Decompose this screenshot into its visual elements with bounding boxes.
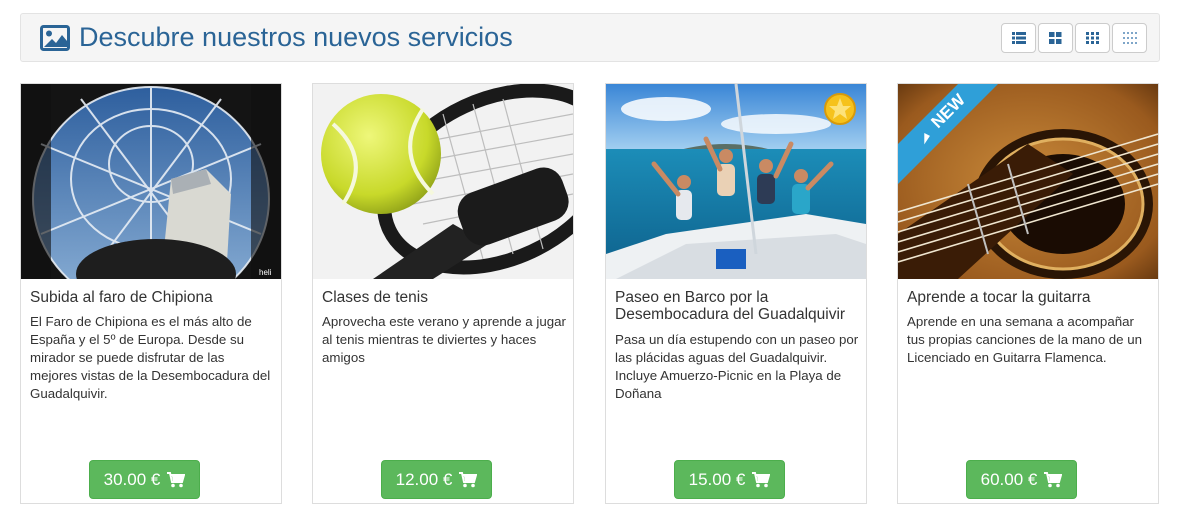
boat-image[interactable] (606, 84, 866, 279)
cart-icon (459, 471, 478, 487)
product-description: Pasa un día estupendo con un paseo por l… (615, 332, 859, 401)
list-view-icon (1012, 32, 1026, 44)
tennis-image[interactable] (313, 84, 573, 279)
product-description: Aprovecha este verano y aprende a jugar … (322, 314, 566, 365)
picture-icon (40, 25, 70, 51)
product-card: Clases de tenis Aprovecha este verano y … (312, 83, 574, 504)
grid-medium-button[interactable] (1075, 23, 1110, 53)
product-title[interactable]: Paseo en Barco por la Desembocadura del … (615, 289, 860, 323)
page-title: Descubre nuestros nuevos servicios (79, 22, 513, 52)
product-card: Paseo en Barco por la Desembocadura del … (605, 83, 867, 504)
price-label: 15.00 € (688, 469, 746, 489)
product-title[interactable]: Subida al faro de Chipiona (30, 289, 275, 306)
guitar-image[interactable]: NEW (898, 84, 1158, 279)
grid-large-button[interactable] (1038, 23, 1073, 53)
lighthouse-image[interactable]: heli (21, 84, 281, 279)
add-to-cart-button[interactable]: 12.00 € (381, 460, 492, 499)
product-title[interactable]: Clases de tenis (322, 289, 567, 306)
list-view-button[interactable] (1001, 23, 1036, 53)
product-description: Aprende en una semana a acompañar tus pr… (907, 314, 1143, 365)
price-label: 12.00 € (395, 469, 453, 489)
image-watermark: heli (259, 268, 272, 277)
product-title[interactable]: Aprende a tocar la guitarra (907, 289, 1152, 306)
price-label: 60.00 € (980, 469, 1038, 489)
section-header: Descubre nuestros nuevos servicios (20, 13, 1160, 62)
cart-icon (167, 471, 186, 487)
price-label: 30.00 € (103, 469, 161, 489)
cart-icon (1044, 471, 1063, 487)
grid-small-icon (1123, 32, 1137, 44)
product-card: NEW Aprende a tocar la guitarra Aprende … (897, 83, 1159, 504)
add-to-cart-button[interactable]: 60.00 € (966, 460, 1077, 499)
product-card: heli Subida al faro de Chipiona El Faro … (20, 83, 282, 504)
grid-medium-icon (1086, 32, 1099, 44)
grid-small-button[interactable] (1112, 23, 1147, 53)
add-to-cart-button[interactable]: 30.00 € (89, 460, 200, 499)
grid-large-icon (1049, 32, 1062, 44)
star-icon (824, 93, 856, 125)
add-to-cart-button[interactable]: 15.00 € (674, 460, 785, 499)
cart-icon (752, 471, 771, 487)
product-description: El Faro de Chipiona es el más alto de Es… (30, 314, 271, 401)
